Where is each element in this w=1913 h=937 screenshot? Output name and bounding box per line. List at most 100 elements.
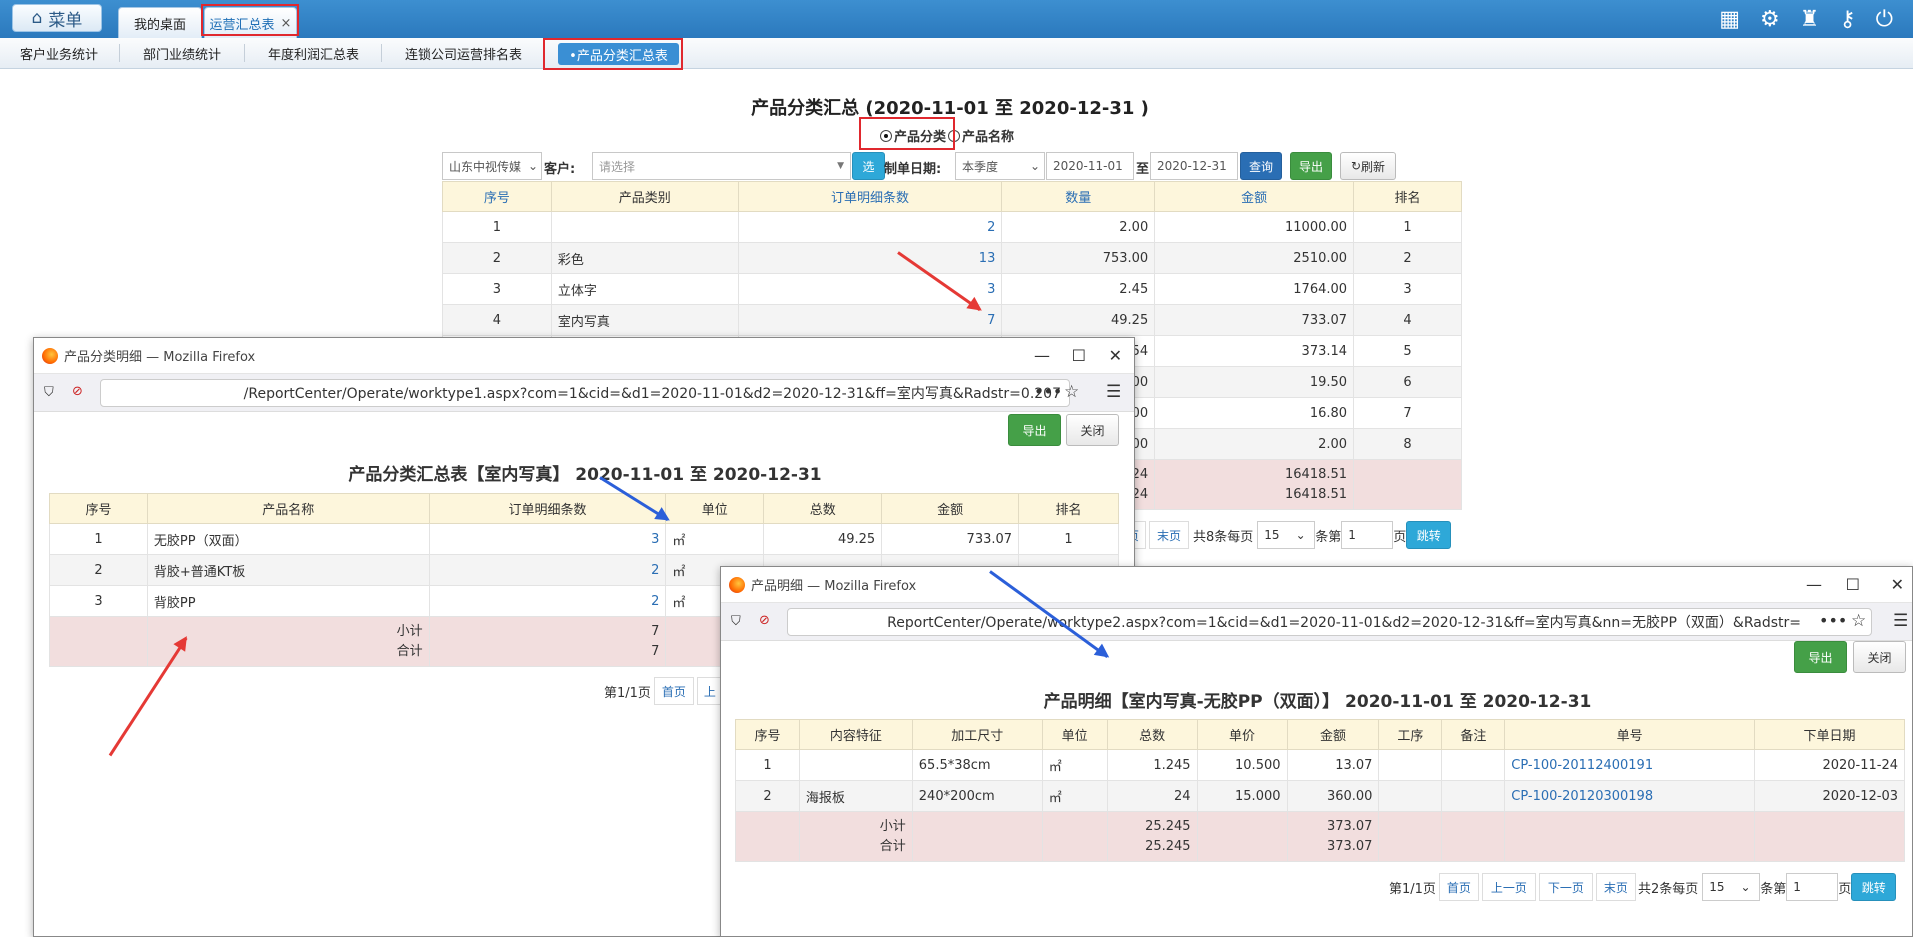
window-titlebar: 产品分类明细 — Mozilla Firefox — ☐ ✕ (34, 338, 1134, 374)
export-button[interactable]: 导出 (1008, 414, 1061, 446)
highlight-box (859, 117, 955, 150)
last-page-button[interactable]: 末页 (1149, 521, 1189, 549)
table-header-row: 序号 内容特征 加工尺寸 单位 总数 单价 金额 工序 备注 单号 下单日期 (735, 719, 1905, 750)
detail-count-link[interactable]: 13 (737, 242, 1003, 274)
col-header[interactable]: 数量 (1001, 181, 1156, 212)
company-select[interactable]: 山东中视传媒 ⌄ (442, 152, 542, 180)
subtab-annual-profit[interactable]: 年度利润汇总表 (268, 44, 359, 63)
page-number-input[interactable]: 1 (1786, 873, 1839, 901)
chevron-down-icon: ⌄ (527, 159, 538, 173)
shield-icon[interactable]: ⛉ (44, 385, 54, 400)
menu-button[interactable]: ⌂ 菜单 (12, 4, 102, 32)
subtab-customer-business[interactable]: 客户业务统计 (20, 44, 98, 63)
hamburger-menu-icon[interactable]: ☰ (1106, 382, 1121, 402)
date-from-input[interactable]: 2020-11-01 (1046, 152, 1134, 180)
chevron-down-icon: ⌄ (1295, 528, 1306, 542)
jump-button[interactable]: 跳转 (1406, 521, 1452, 549)
first-page-button[interactable]: 首页 (653, 677, 694, 705)
hamburger-menu-icon[interactable]: ☰ (1893, 611, 1908, 631)
summary-row: 小计 合计 25.245 25.245 373.07 373.07 (735, 811, 1905, 862)
tab-my-desktop[interactable]: 我的桌面 (118, 7, 202, 38)
divider (244, 44, 245, 62)
jump-button[interactable]: 跳转 (1851, 873, 1897, 901)
order-number-link[interactable]: CP-100-20120300198 (1504, 780, 1756, 812)
to-label: 至 (1136, 162, 1150, 177)
minimize-icon[interactable]: — (1806, 575, 1822, 594)
home-icon: ⌂ (31, 8, 43, 28)
chevron-down-icon: ⌄ (1740, 880, 1751, 894)
toolbar-icons: ▦ ⚙ ♜ ⚷ ⏻ (1719, 7, 1893, 32)
page-size-select[interactable]: 15 ⌄ (1257, 521, 1316, 549)
close-button[interactable]: 关闭 (1066, 414, 1119, 446)
page-size-select[interactable]: 15 ⌄ (1702, 873, 1761, 901)
next-page-button[interactable]: 下一页 (1538, 873, 1593, 901)
customer-input[interactable]: 请选择 ▼ (592, 152, 851, 180)
key-icon[interactable]: ⚷ (1839, 7, 1855, 32)
table-row: 2 彩色 13 753.00 2510.00 2 (442, 242, 1462, 274)
table-row: 1 无胶PP（双面） 3 ㎡ 49.25 733.07 1 (49, 523, 1119, 555)
subtab-department-performance[interactable]: 部门业绩统计 (143, 44, 221, 63)
product-detail-table: 序号 内容特征 加工尺寸 单位 总数 单价 金额 工序 备注 单号 下单日期 1 65.5*38cm ㎡… (735, 719, 1905, 862)
detail-count-link[interactable]: 3 (428, 523, 667, 555)
query-button[interactable]: 查询 (1240, 152, 1282, 180)
address-bar: ⛉ ⊘ /ReportCenter/Operate/worktype1.aspx… (34, 374, 1134, 412)
tracking-off-icon[interactable]: ⊘ (72, 384, 83, 399)
date-to-input[interactable]: 2020-12-31 (1150, 152, 1238, 180)
first-page-button[interactable]: 首页 (1438, 873, 1479, 901)
maximize-icon[interactable]: ☐ (1072, 346, 1086, 365)
power-icon[interactable]: ⏻ (1876, 7, 1893, 32)
highlight-box (543, 38, 683, 70)
last-page-button[interactable]: 末页 (1595, 873, 1636, 901)
more-icon[interactable]: ••• (1819, 611, 1847, 630)
export-button[interactable]: 导出 (1794, 641, 1847, 673)
tracking-off-icon[interactable]: ⊘ (759, 613, 770, 628)
period-select[interactable]: 本季度 ⌄ (955, 152, 1045, 180)
window-heading: 产品分类汇总表【室内写真】 2020-11-01 至 2020-12-31 (348, 465, 822, 485)
shirt-icon[interactable]: ♜ (1800, 7, 1820, 32)
refresh-icon: ↻ (1350, 159, 1362, 173)
col-header: 产品类别 (550, 181, 739, 212)
detail-count-link[interactable]: 2 (428, 585, 667, 617)
select-button[interactable]: 选 (852, 152, 885, 180)
more-icon[interactable]: ••• (1034, 382, 1062, 401)
page-number-input[interactable]: 1 (1341, 521, 1394, 549)
col-header: 排名 (1353, 181, 1462, 212)
detail-count-link[interactable]: 2 (428, 554, 667, 586)
bookmark-star-icon[interactable]: ☆ (1851, 611, 1866, 631)
col-header[interactable]: 订单明细条数 (737, 181, 1003, 212)
date-label: 制单日期: (884, 162, 942, 177)
divider (119, 44, 120, 62)
prev-page-button[interactable]: 上一页 (1481, 873, 1536, 901)
url-field[interactable]: ReportCenter/Operate/worktype2.aspx?com=… (787, 608, 1872, 636)
add-widget-icon[interactable]: ▦ (1719, 7, 1740, 32)
minimize-icon[interactable]: — (1034, 346, 1050, 365)
table-row: 2 海报板 240*200cm ㎡ 24 15.000 360.00 CP-100-20120… (735, 780, 1905, 812)
detail-count-link[interactable]: 2 (737, 211, 1003, 243)
maximize-icon[interactable]: ☐ (1846, 575, 1860, 594)
firefox-icon (42, 347, 58, 364)
detail-count-link[interactable]: 7 (737, 304, 1003, 336)
popup-pagination: 第1/1页 首页 上 (604, 677, 723, 705)
close-button[interactable]: 关闭 (1853, 641, 1906, 673)
refresh-button[interactable]: ↻ 刷新 (1340, 152, 1396, 180)
subtab-chain-ranking[interactable]: 连锁公司运营排名表 (405, 44, 522, 63)
window-titlebar: 产品明细 — Mozilla Firefox — ☐ ✕ (721, 567, 1912, 603)
table-header-row: 序号 产品类别 订单明细条数 数量 金额 排名 (442, 181, 1462, 212)
export-button[interactable]: 导出 (1290, 152, 1332, 180)
close-icon[interactable]: ✕ (1891, 575, 1904, 594)
col-header[interactable]: 序号 (442, 181, 552, 212)
shield-icon[interactable]: ⛉ (731, 614, 741, 629)
order-number-link[interactable]: CP-100-20112400191 (1504, 749, 1756, 781)
firefox-icon (729, 576, 745, 593)
chevron-down-icon: ⌄ (1029, 159, 1040, 173)
url-field[interactable]: /ReportCenter/Operate/worktype1.aspx?com… (100, 379, 1070, 407)
popup-window-product-detail: 产品明细 — Mozilla Firefox — ☐ ✕ ⛉ ⊘ ReportC… (720, 566, 1913, 937)
gear-icon[interactable]: ⚙ (1760, 7, 1780, 32)
table-row: 1 65.5*38cm ㎡ 1.245 10.500 13.07 CP-100-201124… (735, 749, 1905, 781)
bookmark-star-icon[interactable]: ☆ (1064, 382, 1079, 402)
address-bar: ⛉ ⊘ ReportCenter/Operate/worktype2.aspx?… (721, 603, 1912, 641)
col-header[interactable]: 金额 (1154, 181, 1355, 212)
window-heading: 产品明细【室内写真-无胶PP（双面）】 2020-11-01 至 2020-12… (1043, 692, 1592, 712)
close-icon[interactable]: ✕ (1109, 346, 1122, 365)
main-pagination: 页 末页 共8条每页 15⌄ 条第 1 页 跳转 (1120, 521, 1452, 549)
